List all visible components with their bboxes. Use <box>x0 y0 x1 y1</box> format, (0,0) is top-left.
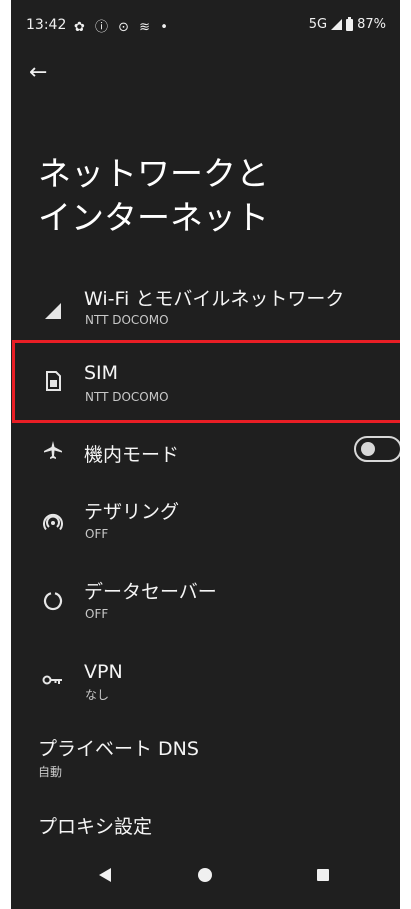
item-sub: なし <box>85 688 110 702</box>
signal-strength-icon <box>331 19 343 30</box>
list-item-sim[interactable]: SIM NTT DOCOMO <box>11 344 400 420</box>
item-label: Wi-Fi とモバイルネットワーク <box>84 288 345 310</box>
item-sub: OFF <box>85 607 109 621</box>
nav-back-icon[interactable] <box>99 868 111 882</box>
item-sub: NTT DOCOMO <box>85 313 169 327</box>
list-item-tethering[interactable]: テザリング OFF <box>11 488 400 552</box>
page-title-line2: インターネット <box>38 198 269 237</box>
vpn-key-icon <box>41 668 65 692</box>
network-type: 5G <box>308 17 328 32</box>
status-time: 13:42 <box>26 17 67 33</box>
list-item-proxy[interactable]: プロキシ設定 <box>11 800 400 846</box>
status-right: 5G 87% <box>308 16 386 32</box>
battery-level: 87% <box>357 17 386 32</box>
sim-card-icon <box>41 369 65 393</box>
airplane-mode-toggle[interactable] <box>354 436 400 462</box>
item-sub: OFF <box>85 527 109 541</box>
item-label: テザリング <box>84 501 180 523</box>
nav-home-icon[interactable] <box>198 868 212 882</box>
item-label: プロキシ設定 <box>38 816 153 838</box>
list-item-private-dns[interactable]: プライベート DNS 自動 <box>11 728 400 786</box>
item-label: SIM <box>84 362 119 384</box>
item-label: プライベート DNS <box>38 738 199 760</box>
phone-screen: 13:42 ✿ ⓘ ⊙ ≋ • 5G 87% ← ネットワークと インターネット… <box>11 0 400 909</box>
airplane-icon <box>41 438 65 462</box>
hotspot-icon <box>41 510 65 534</box>
page-title: ネットワークと インターネット <box>38 152 378 240</box>
status-bar: 13:42 ✿ ⓘ ⊙ ≋ • 5G 87% <box>11 0 400 54</box>
list-item-data-saver[interactable]: データセーバー OFF <box>11 568 400 632</box>
back-arrow-icon[interactable]: ← <box>29 58 59 88</box>
notification-icons: ✿ ⓘ ⊙ ≋ • <box>74 20 171 35</box>
item-sub: 自動 <box>38 765 63 779</box>
battery-icon <box>346 16 354 31</box>
list-item-wifi-mobile[interactable]: Wi-Fi とモバイルネットワーク NTT DOCOMO <box>11 278 400 340</box>
signal-icon <box>41 299 65 323</box>
item-label: VPN <box>84 661 123 683</box>
toggle-knob <box>361 442 375 456</box>
list-item-airplane-mode[interactable]: 機内モード <box>11 428 400 472</box>
item-sub: NTT DOCOMO <box>85 390 169 404</box>
data-saver-icon <box>41 589 65 613</box>
item-label: データセーバー <box>84 581 217 603</box>
page-title-line1: ネットワークと <box>38 154 269 193</box>
item-label: 機内モード <box>84 444 180 466</box>
navigation-bar <box>11 850 400 909</box>
list-item-vpn[interactable]: VPN なし <box>11 650 400 710</box>
nav-recents-icon[interactable] <box>317 869 329 881</box>
